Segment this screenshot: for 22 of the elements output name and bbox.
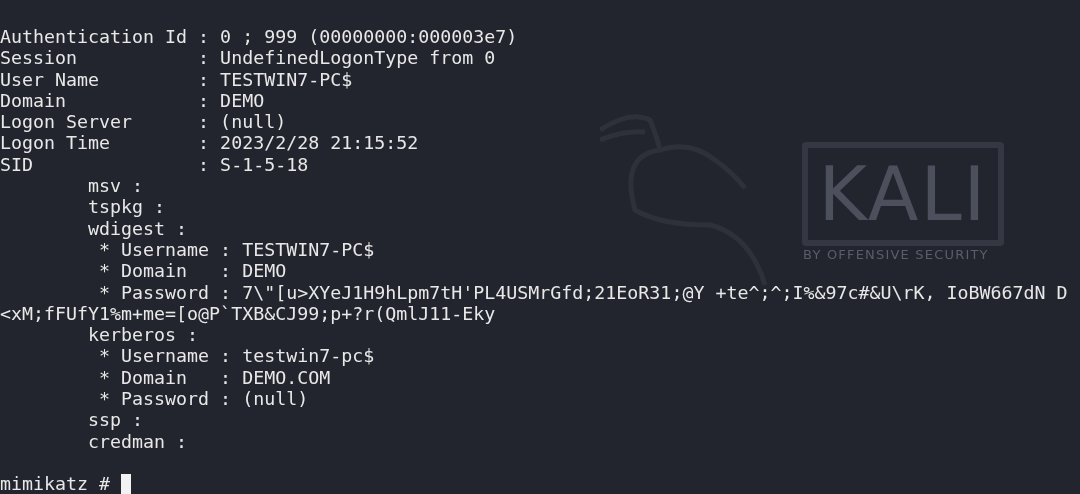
terminal-line: tspkg : [87,196,166,218]
terminal-line: Session : UndefinedLogonType from 0 [0,47,496,69]
terminal-line: credman : [87,430,188,452]
terminal-line: * Domain : DEMO [98,260,287,282]
terminal-prompt: mimikatz # [0,473,111,494]
terminal-line: Domain : DEMO [0,89,265,112]
terminal-line: msv : [87,175,144,197]
terminal-line: <xM;fFUfY1%m+me=[o@P`TXB&CJ99;p+?r(QmlJ11-Eky [0,302,496,325]
terminal-line: User Name : TESTWIN7-PC$ [0,68,353,90]
terminal-line: ssp : [87,409,144,431]
terminal-line: Authentication Id : 0 ; 999 (00000000:000003e7) [0,26,518,48]
terminal-line: * Password : (null) [98,388,309,410]
terminal-line: Logon Server : (null) [0,111,287,133]
terminal-line: wdigest : [87,217,188,239]
terminal-line: kerberos : [87,324,199,346]
terminal-line: * Username : TESTWIN7-PC$ [99,238,375,261]
terminal-line: Logon Time : 2023/2/28 21:15:52 [0,132,419,154]
logo-tagline: BY OFFENSIVE SECURITY [803,247,990,262]
terminal-line: * Username : testwin7-pc$ [98,345,375,367]
terminal-line: * Password : 7\"[u>XYeJ1H9hLpm7tH'PL4USMrGfd;21EoR31;@Y +te^;^;I%&97c#&U\rK, IoBW667dN D [98,281,1068,303]
terminal-line: SID : S-1-5-18 [0,153,309,176]
terminal-line: * Domain : DEMO.COM [98,366,331,389]
